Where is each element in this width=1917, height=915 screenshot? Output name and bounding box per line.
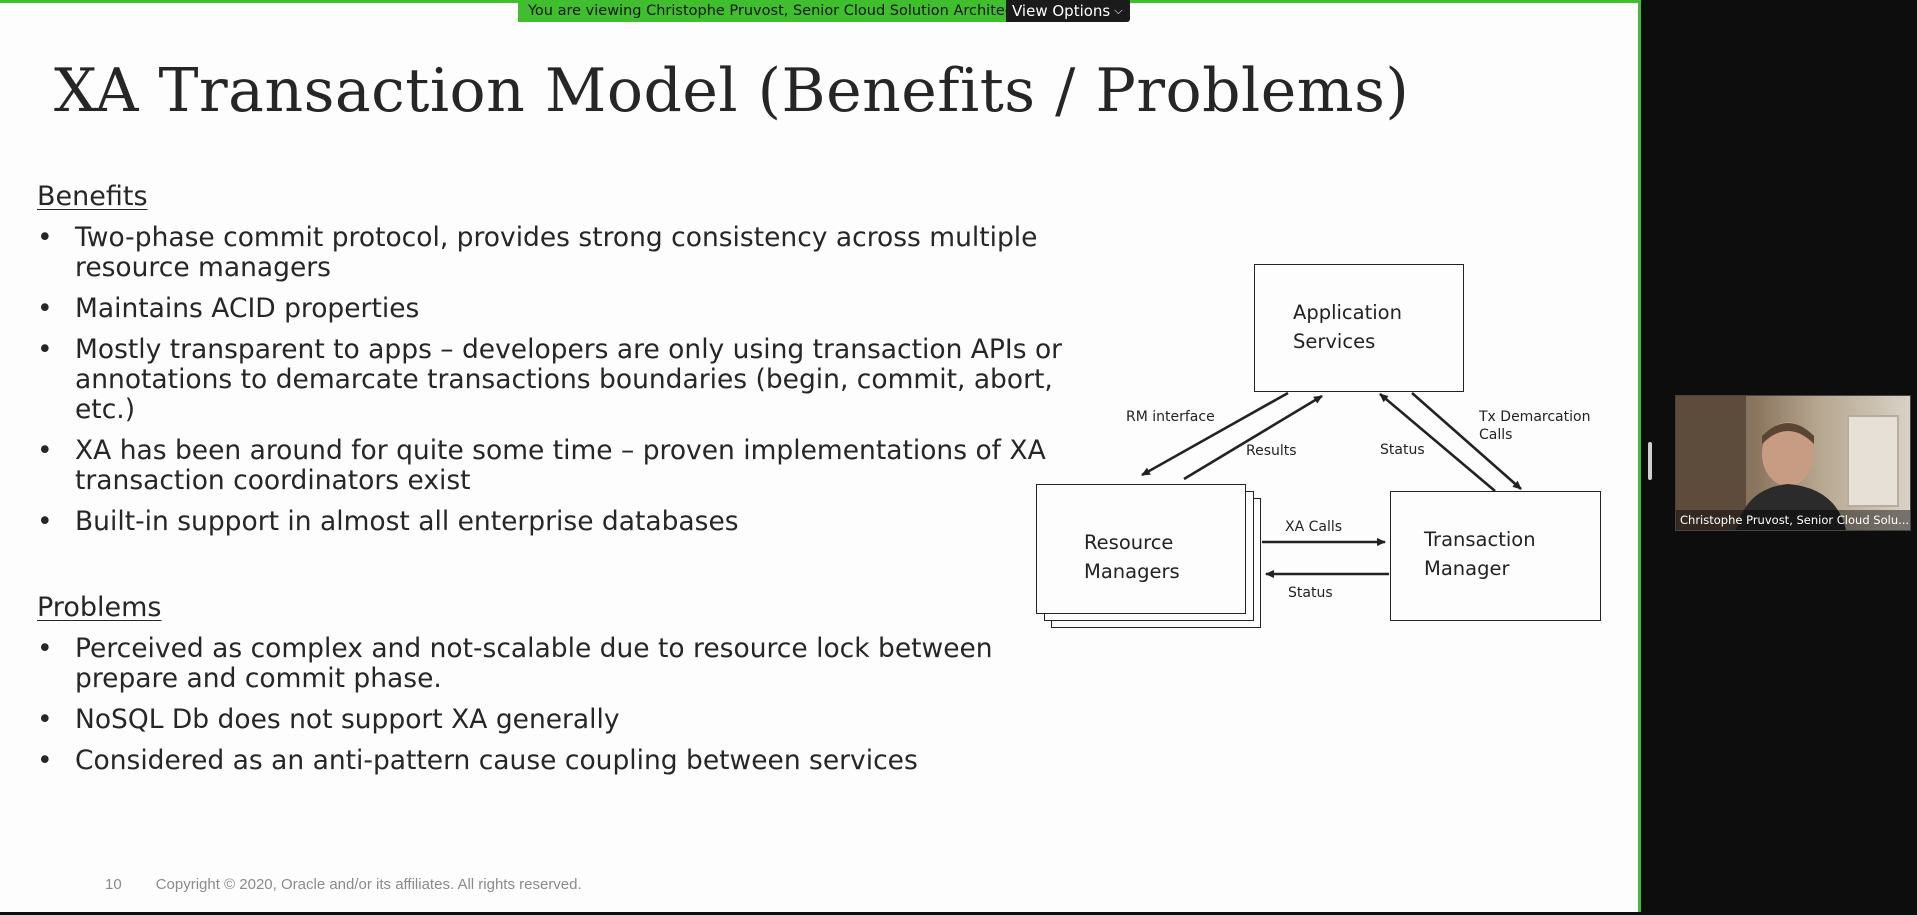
resource-managers-label: Resource Managers	[1084, 531, 1180, 583]
problems-heading: Problems	[37, 592, 162, 623]
chevron-down-icon: ⌵	[1114, 4, 1123, 17]
rm-interface-arrow	[1141, 391, 1289, 477]
status-bottom-label: Status	[1288, 585, 1333, 601]
benefits-heading: Benefits	[37, 181, 148, 212]
slide-footer: 10 Copyright © 2020, Oracle and/or its a…	[105, 876, 582, 893]
application-services-label: Application Services	[1293, 301, 1402, 353]
page-number: 10	[105, 876, 122, 893]
rm-interface-label: RM interface	[1126, 409, 1215, 425]
participant-video-tile[interactable]: Christophe Pruvost, Senior Cloud Solu...	[1675, 395, 1911, 531]
list-item: • XA has been around for quite some time …	[37, 435, 1046, 496]
list-item: • Two-phase commit protocol, provides str…	[37, 222, 1038, 283]
copyright-text: Copyright © 2020, Oracle and/or its affi…	[155, 876, 582, 893]
shared-screen: XA Transaction Model (Benefits / Problem…	[0, 0, 1641, 912]
benefits-list: • Two-phase commit protocol, provides str…	[37, 223, 1067, 548]
panel-resize-handle[interactable]	[1648, 442, 1652, 480]
xa-architecture-diagram: Application Services Resource Managers T…	[1018, 253, 1618, 633]
list-item: • NoSQL Db does not support XA generally	[37, 704, 620, 735]
view-options-label: View Options	[1012, 2, 1111, 20]
transaction-manager-label: Transaction Manager	[1424, 528, 1536, 580]
view-options-button[interactable]: View Options ⌵	[1006, 0, 1130, 22]
screen-share-banner: You are viewing Christophe Pruvost, Seni…	[518, 0, 1130, 22]
list-item: • Built-in support in almost all enterpri…	[37, 506, 739, 537]
results-label: Results	[1246, 443, 1297, 459]
xa-calls-label: XA Calls	[1285, 519, 1343, 535]
status-top-label: Status	[1380, 442, 1425, 458]
list-item: • Considered as an anti-pattern cause cou…	[37, 745, 918, 776]
problems-list: • Perceived as complex and not-scalable d…	[37, 634, 1067, 787]
participant-name-caption: Christophe Pruvost, Senior Cloud Solu...	[1676, 510, 1910, 530]
list-item: • Perceived as complex and not-scalable d…	[37, 633, 993, 694]
list-item: • Maintains ACID properties	[37, 293, 420, 324]
tx-demarcation-label: Tx Demarcation Calls	[1479, 409, 1591, 443]
viewing-status-text: You are viewing Christophe Pruvost, Seni…	[518, 0, 1006, 22]
list-item: • Mostly transparent to apps – developers…	[37, 334, 1063, 425]
slide-title: XA Transaction Model (Benefits / Problem…	[54, 56, 1410, 126]
